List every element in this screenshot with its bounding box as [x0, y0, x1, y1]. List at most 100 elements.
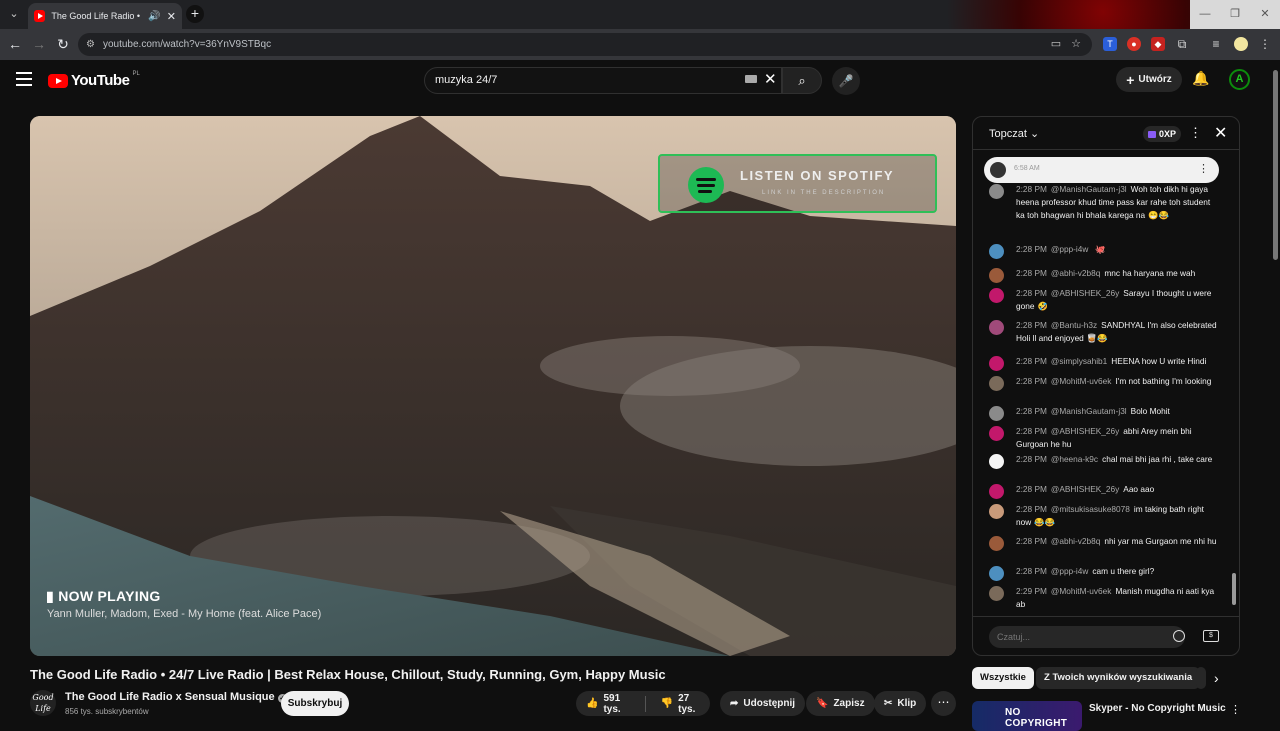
- chat-author-avatar[interactable]: [989, 426, 1004, 441]
- chat-author-avatar[interactable]: [989, 184, 1004, 199]
- create-button[interactable]: + Utwórz: [1116, 67, 1182, 92]
- chat-author-name[interactable]: @MohitM-uv6ek: [1051, 376, 1112, 386]
- chat-scroll-thumb[interactable]: [1232, 573, 1236, 605]
- menu-hamburger-icon[interactable]: [16, 72, 32, 86]
- account-avatar[interactable]: A: [1229, 69, 1250, 90]
- media-controls-icon[interactable]: ≡: [1209, 37, 1223, 51]
- chat-author-name[interactable]: @ppp-i4w: [1051, 566, 1088, 576]
- chat-author-avatar[interactable]: [989, 268, 1004, 283]
- chat-timestamp: 2:28 PM: [1016, 406, 1047, 416]
- profile-icon[interactable]: [1234, 37, 1248, 51]
- chat-input[interactable]: [989, 626, 1185, 648]
- window-minimize-button[interactable]: —: [1190, 0, 1220, 29]
- pinned-message-banner[interactable]: 6:58 AM ⋮: [984, 157, 1219, 183]
- search-input[interactable]: [435, 74, 735, 86]
- new-tab-button[interactable]: +: [186, 5, 204, 23]
- recommendation-more-icon[interactable]: ⋮: [1230, 703, 1241, 716]
- window-restore-button[interactable]: ❐: [1220, 0, 1250, 29]
- super-chat-icon[interactable]: $: [1203, 630, 1219, 642]
- chat-author-name[interactable]: @abhi-v2b8q: [1051, 268, 1100, 278]
- adblock-extension-icon[interactable]: ●: [1127, 37, 1141, 51]
- share-button[interactable]: ➦ Udostępnij: [720, 691, 806, 716]
- page-scroll-thumb[interactable]: [1273, 70, 1278, 260]
- forward-arrow-icon[interactable]: →: [30, 35, 48, 53]
- pinned-more-icon[interactable]: ⋮: [1198, 162, 1209, 175]
- chat-author-avatar[interactable]: [989, 244, 1004, 259]
- browser-tab-strip: ⌄ The Good Life Radio • 24/7 🔊 ✕ + — ❐ ✕: [0, 0, 1280, 60]
- chat-author-avatar[interactable]: [989, 288, 1004, 303]
- chat-author-avatar[interactable]: [989, 406, 1004, 421]
- chat-author-name[interactable]: @ppp-i4w: [1051, 244, 1088, 254]
- chat-author-name[interactable]: @ManishGautam-j3l: [1051, 406, 1127, 416]
- chat-more-icon[interactable]: ⋮: [1189, 125, 1202, 141]
- chat-author-avatar[interactable]: [989, 320, 1004, 335]
- chat-author-avatar[interactable]: [989, 586, 1004, 601]
- chat-author-avatar[interactable]: [989, 504, 1004, 519]
- chat-author-name[interactable]: @ABHISHEK_26y: [1051, 484, 1119, 494]
- more-actions-icon[interactable]: ⋯: [931, 691, 956, 716]
- address-bar[interactable]: ⚙ youtube.com/watch?v=36YnV9STBqc: [78, 33, 1092, 56]
- channel-name[interactable]: The Good Life Radio x Sensual Musique✓: [65, 691, 287, 703]
- red-extension-icon[interactable]: ◆: [1151, 37, 1165, 51]
- recommendation-thumbnail[interactable]: NO COPYRIGHT: [972, 701, 1082, 731]
- chat-author-name[interactable]: @mitsukisasuke8078: [1051, 504, 1130, 514]
- page-scrollbar[interactable]: [1271, 60, 1280, 720]
- live-chat-panel: Topczat ⌄ 0XP ⋮ ✕ 6:58 AM ⋮ 2:28 PM @Mani…: [972, 116, 1240, 656]
- chat-author-name[interactable]: @abhi-v2b8q: [1051, 536, 1100, 546]
- chat-author-avatar[interactable]: [989, 356, 1004, 371]
- chip-from-search[interactable]: Z Twoich wyników wyszukiwania: [1036, 667, 1201, 689]
- dislike-button[interactable]: 👎 27 tys.: [651, 691, 710, 716]
- browser-tab-active[interactable]: The Good Life Radio • 24/7 🔊 ✕: [28, 3, 182, 29]
- notifications-bell-icon[interactable]: 🔔: [1192, 70, 1209, 87]
- chip-all[interactable]: Wszystkie: [972, 667, 1034, 689]
- bookmark-star-icon[interactable]: ☆: [1068, 36, 1084, 52]
- like-button[interactable]: 👍 591 tys.: [576, 691, 640, 716]
- search-button[interactable]: ⌕: [782, 67, 822, 94]
- video-player[interactable]: LISTEN ON SPOTIFY LINK IN THE DESCRIPTIO…: [30, 116, 956, 656]
- search-box[interactable]: [424, 67, 782, 94]
- tab-audio-icon[interactable]: 🔊: [148, 11, 160, 22]
- chat-scrollbar[interactable]: [1232, 157, 1236, 612]
- chat-author-name[interactable]: @simplysahib1: [1051, 356, 1107, 366]
- chip-next-partial[interactable]: [1196, 667, 1206, 689]
- extensions-puzzle-icon[interactable]: ⧉: [1175, 37, 1189, 51]
- chat-author-name[interactable]: @heena-k9c: [1051, 454, 1098, 464]
- tab-close-icon[interactable]: ✕: [167, 10, 176, 23]
- tab-search-dropdown[interactable]: ⌄: [4, 4, 24, 24]
- chat-author-avatar[interactable]: [989, 376, 1004, 391]
- chat-author-avatar[interactable]: [989, 536, 1004, 551]
- subscribe-button[interactable]: Subskrybuj: [281, 691, 349, 716]
- emoji-picker-icon[interactable]: [1173, 630, 1185, 642]
- like-dislike-group: 👍 591 tys. 👎 27 tys.: [576, 691, 710, 716]
- youtube-logo[interactable]: YouTube PL: [48, 71, 140, 89]
- xp-badge[interactable]: 0XP: [1143, 126, 1182, 142]
- chat-close-icon[interactable]: ✕: [1214, 123, 1227, 143]
- chat-author-name[interactable]: @ABHISHEK_26y: [1051, 288, 1119, 298]
- chat-author-avatar[interactable]: [989, 484, 1004, 499]
- chat-message: 2:28 PM @MohitM-uv6ek I'm not bathing I'm …: [989, 375, 1219, 391]
- back-arrow-icon[interactable]: ←: [6, 35, 24, 53]
- channel-avatar[interactable]: Good Life: [30, 690, 56, 716]
- cast-icon[interactable]: ▭: [1048, 36, 1064, 52]
- recommendation-title[interactable]: Skyper - No Copyright Music: [1089, 703, 1226, 714]
- translate-extension-icon[interactable]: T: [1103, 37, 1117, 51]
- voice-search-mic-icon[interactable]: 🎤: [832, 67, 860, 95]
- chat-author-name[interactable]: @Bantu-h3z: [1051, 320, 1097, 330]
- browser-menu-icon[interactable]: ⋮: [1258, 37, 1272, 51]
- clear-search-icon[interactable]: ✕: [764, 70, 777, 88]
- clip-button[interactable]: ✂ Klip: [874, 691, 927, 716]
- window-close-button[interactable]: ✕: [1250, 0, 1280, 29]
- keyboard-icon[interactable]: [745, 75, 757, 83]
- channel-name-text[interactable]: The Good Life Radio x Sensual Musique: [65, 691, 275, 703]
- chevron-right-icon[interactable]: ›: [1214, 670, 1219, 686]
- chat-author-name[interactable]: @MohitM-uv6ek: [1051, 586, 1112, 596]
- chat-mode-dropdown[interactable]: Topczat ⌄: [989, 127, 1039, 140]
- chat-author-name[interactable]: @ManishGautam-j3l: [1051, 184, 1127, 194]
- chat-message-body: 2:28 PM @ppp-i4w cam u there girl?: [1016, 565, 1219, 578]
- save-button[interactable]: 🔖 Zapisz: [806, 691, 875, 716]
- site-info-icon[interactable]: ⚙: [86, 39, 95, 50]
- chat-author-avatar[interactable]: [989, 454, 1004, 469]
- reload-icon[interactable]: ↻: [54, 35, 72, 53]
- chat-author-avatar[interactable]: [989, 566, 1004, 581]
- chat-author-name[interactable]: @ABHISHEK_26y: [1051, 426, 1119, 436]
